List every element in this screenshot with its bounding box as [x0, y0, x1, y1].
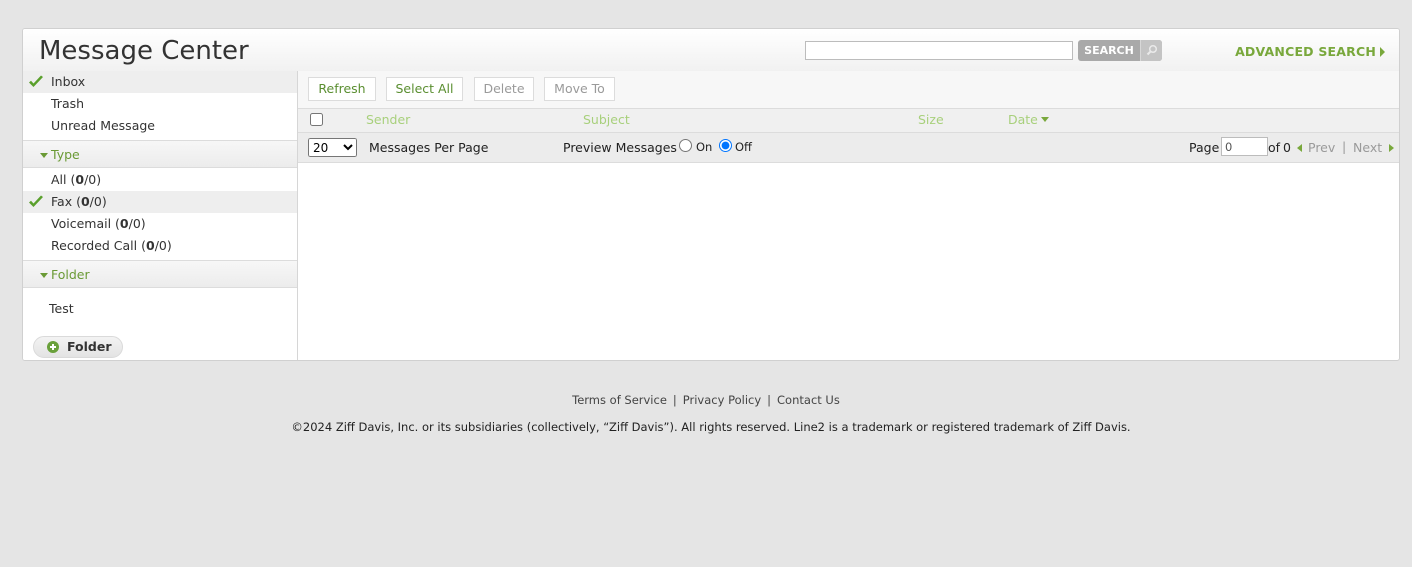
of-label: of: [1268, 140, 1281, 155]
preview-messages-label: Preview Messages: [563, 140, 677, 155]
total-count: 0: [88, 172, 97, 187]
folder-section-header[interactable]: Folder: [23, 260, 297, 288]
unread-count: 0: [80, 194, 90, 209]
sidebar-item-type-voicemail[interactable]: Voicemail (0/0): [23, 213, 297, 235]
copyright-text: ©2024 Ziff Davis, Inc. or its subsidiari…: [291, 420, 1131, 434]
total-count: 0: [158, 238, 167, 253]
type-name: All: [51, 172, 67, 187]
sidebar-item-type-fax[interactable]: Fax (0/0): [23, 191, 297, 213]
checkmark-icon: [29, 195, 43, 207]
total-count: 0: [132, 216, 141, 231]
privacy-policy-link[interactable]: Privacy Policy: [683, 393, 761, 407]
sidebar-item-folder-test[interactable]: Test: [23, 298, 297, 320]
prev-page-link[interactable]: Prev: [1308, 140, 1335, 155]
plus-circle-icon: [47, 341, 59, 353]
sidebar-item-inbox[interactable]: Inbox: [23, 71, 297, 93]
sidebar-item-label: Inbox: [51, 74, 86, 89]
messages-per-page-select[interactable]: 20: [308, 138, 357, 157]
list-options-bar: 20 Messages Per Page Preview Messages On…: [298, 133, 1399, 163]
select-all-button[interactable]: Select All: [386, 77, 463, 101]
sidebar-item-unread-message[interactable]: Unread Message: [23, 115, 297, 137]
type-header-label: Type: [51, 147, 80, 162]
advanced-search-label: ADVANCED SEARCH: [1235, 44, 1376, 59]
sidebar-item-trash[interactable]: Trash: [23, 93, 297, 115]
search-icon-box: [1140, 40, 1162, 61]
prev-arrow-icon: [1297, 144, 1302, 152]
toolbar: Refresh Select All Delete Move To: [298, 71, 1399, 109]
search-button[interactable]: SEARCH: [1078, 40, 1162, 61]
total-count: 0: [93, 194, 102, 209]
footer-separator: |: [672, 393, 677, 407]
page-label: Page: [1189, 140, 1220, 155]
column-date-label: Date: [1008, 112, 1038, 127]
type-section-header[interactable]: Type: [23, 140, 297, 168]
caret-down-icon: [40, 273, 48, 278]
next-page-link[interactable]: Next: [1353, 140, 1382, 155]
caret-right-icon: [1380, 47, 1385, 57]
sidebar-item-label: Trash: [51, 96, 85, 111]
column-sender[interactable]: Sender: [366, 112, 410, 127]
refresh-button[interactable]: Refresh: [308, 77, 376, 101]
preview-on-label: On: [696, 140, 713, 154]
column-subject[interactable]: Subject: [583, 112, 630, 127]
column-date[interactable]: Date: [1008, 112, 1049, 127]
message-list-area: Refresh Select All Delete Move To Sender…: [298, 71, 1399, 360]
caret-down-icon: [40, 153, 48, 158]
sidebar-item-label: Unread Message: [51, 118, 155, 133]
folder-header-label: Folder: [51, 267, 90, 282]
sidebar-item-type-recorded-call[interactable]: Recorded Call (0/0): [23, 235, 297, 257]
type-name: Voicemail: [51, 216, 112, 231]
unread-count: 0: [119, 216, 129, 231]
type-name: Recorded Call: [51, 238, 138, 253]
search-input[interactable]: [805, 41, 1073, 60]
preview-off-radio[interactable]: [719, 139, 732, 152]
footer-links: Terms of Service | Privacy Policy | Contact …: [0, 393, 1412, 407]
terms-of-service-link[interactable]: Terms of Service: [572, 393, 667, 407]
add-folder-button[interactable]: Folder: [33, 336, 123, 358]
move-to-button[interactable]: Move To: [544, 77, 615, 101]
search-icon: [1146, 44, 1158, 56]
page-number-input[interactable]: [1221, 137, 1268, 156]
page-title: Message Center: [39, 36, 249, 66]
footer-separator: |: [767, 393, 772, 407]
sort-descending-icon: [1040, 117, 1049, 122]
add-folder-label: Folder: [67, 339, 112, 354]
contact-us-link[interactable]: Contact Us: [777, 393, 840, 407]
folder-label: Test: [49, 301, 74, 316]
checkmark-icon: [29, 75, 43, 87]
preview-off-label: Off: [735, 140, 752, 154]
total-pages: 0: [1283, 140, 1291, 155]
header: Message Center SEARCH ADVANCED SEARCH: [23, 29, 1399, 72]
column-size[interactable]: Size: [918, 112, 944, 127]
unread-count: 0: [75, 172, 85, 187]
advanced-search-link[interactable]: ADVANCED SEARCH: [1235, 44, 1385, 59]
column-header-row: Sender Subject Size Date: [298, 109, 1399, 133]
pager-separator: |: [1342, 139, 1347, 154]
unread-count: 0: [145, 238, 155, 253]
sidebar: Inbox Trash Unread Message Type All (0/0…: [23, 71, 298, 360]
delete-button[interactable]: Delete: [474, 77, 534, 101]
next-arrow-icon: [1389, 144, 1394, 152]
select-all-checkbox[interactable]: [310, 113, 323, 126]
sidebar-item-type-all[interactable]: All (0/0): [23, 169, 297, 191]
message-center-panel: Message Center SEARCH ADVANCED SEARCH In…: [22, 28, 1400, 361]
messages-per-page-label: Messages Per Page: [369, 140, 489, 155]
preview-on-radio[interactable]: [679, 139, 692, 152]
type-name: Fax: [51, 194, 73, 209]
search-button-label: SEARCH: [1084, 44, 1134, 57]
